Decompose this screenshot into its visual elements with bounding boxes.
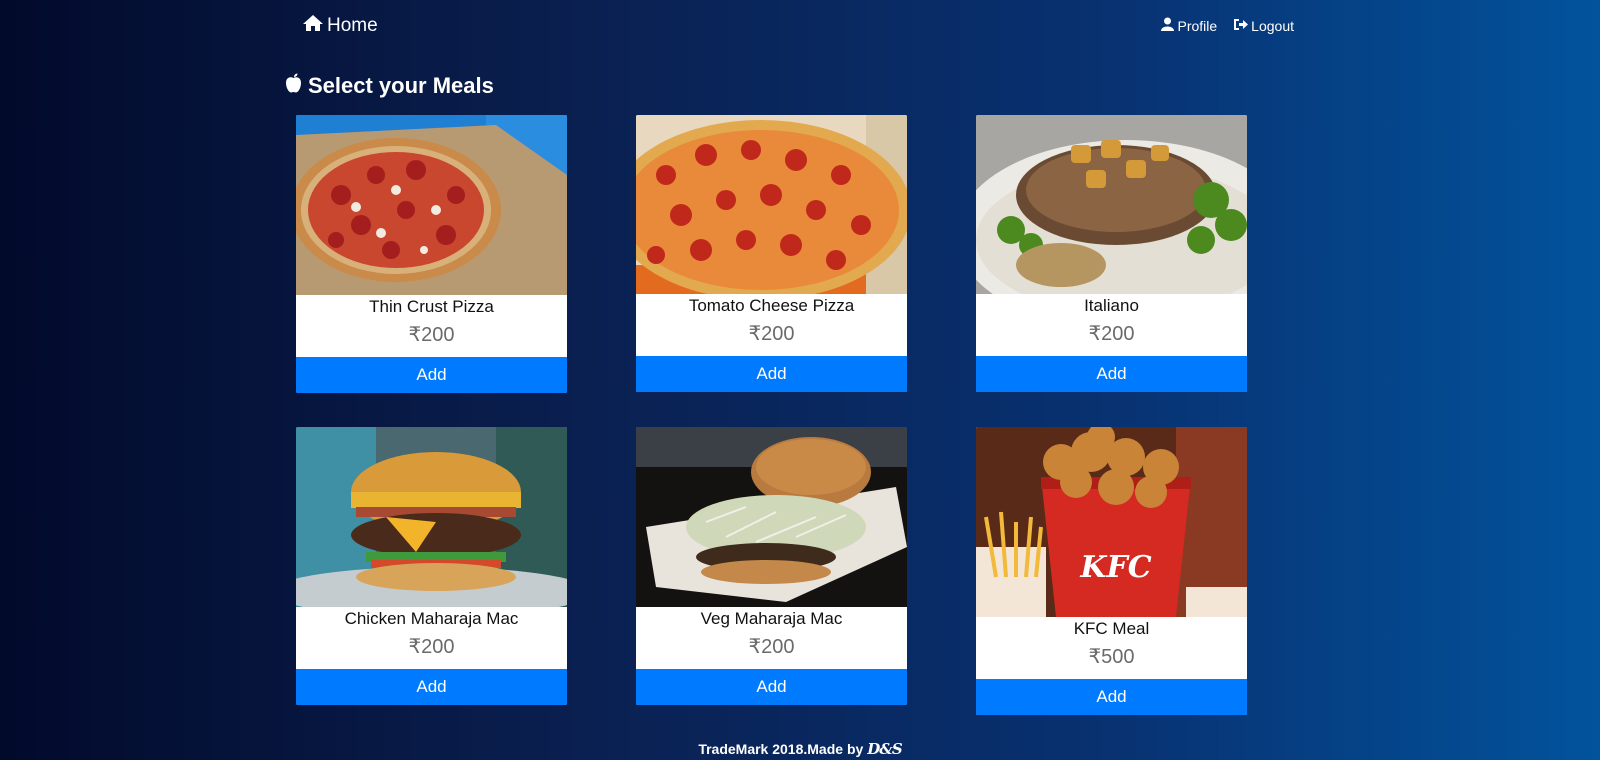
meal-name: Thin Crust Pizza	[369, 297, 494, 316]
page-title: Select your Meals	[285, 73, 494, 99]
meal-card: Tomato Cheese Pizza ₹200 Add	[636, 115, 907, 392]
user-icon	[1161, 17, 1175, 34]
meal-image	[296, 427, 567, 607]
meal-price: ₹200	[748, 323, 795, 345]
user-nav: Profile Logout	[1161, 17, 1294, 34]
page-title-text: Select your Meals	[308, 73, 494, 98]
meal-image	[636, 427, 907, 607]
meal-card: Thin Crust Pizza ₹200 Add	[296, 115, 567, 393]
footer: TradeMark 2018.Made by D&S	[0, 740, 1600, 758]
meal-price: ₹200	[1088, 323, 1135, 345]
meal-image	[636, 115, 907, 294]
profile-link[interactable]: Profile	[1161, 17, 1217, 34]
meal-card: KFC KFC Meal ₹500 Add	[976, 427, 1247, 715]
meal-image: KFC	[976, 427, 1247, 617]
home-label: Home	[327, 15, 378, 36]
meal-card: Chicken Maharaja Mac ₹200 Add	[296, 427, 567, 705]
meal-name: Italiano	[1084, 296, 1139, 315]
meal-name: Tomato Cheese Pizza	[688, 296, 855, 315]
meal-card: Veg Maharaja Mac ₹200 Add	[636, 427, 907, 705]
footer-text: TradeMark 2018.Made by	[698, 741, 864, 757]
home-icon	[302, 14, 324, 38]
add-button[interactable]: Add	[976, 356, 1247, 392]
add-button[interactable]: Add	[296, 357, 567, 393]
add-button[interactable]: Add	[636, 356, 907, 392]
brand-logo: D&S	[867, 740, 902, 758]
logout-icon	[1233, 18, 1249, 34]
meal-name: Veg Maharaja Mac	[700, 609, 843, 628]
top-navbar: Home Profile Logout	[0, 0, 1600, 54]
logout-link[interactable]: Logout	[1233, 17, 1294, 34]
home-link[interactable]: Home	[302, 14, 378, 38]
add-button[interactable]: Add	[296, 669, 567, 705]
meal-price: ₹200	[408, 636, 455, 658]
svg-text:KFC: KFC	[1079, 550, 1151, 585]
apple-icon	[285, 73, 302, 99]
add-button[interactable]: Add	[976, 679, 1247, 715]
meal-card: Italiano ₹200 Add	[976, 115, 1247, 392]
meal-price: ₹200	[408, 324, 455, 346]
meal-image	[976, 115, 1247, 294]
meal-name: KFC Meal	[1073, 619, 1150, 638]
profile-label: Profile	[1177, 17, 1218, 34]
meal-name: Chicken Maharaja Mac	[344, 609, 519, 628]
add-button[interactable]: Add	[636, 669, 907, 705]
meal-price: ₹500	[1088, 646, 1135, 668]
meal-image	[296, 115, 567, 295]
logout-label: Logout	[1251, 17, 1294, 34]
meal-price: ₹200	[748, 636, 795, 658]
